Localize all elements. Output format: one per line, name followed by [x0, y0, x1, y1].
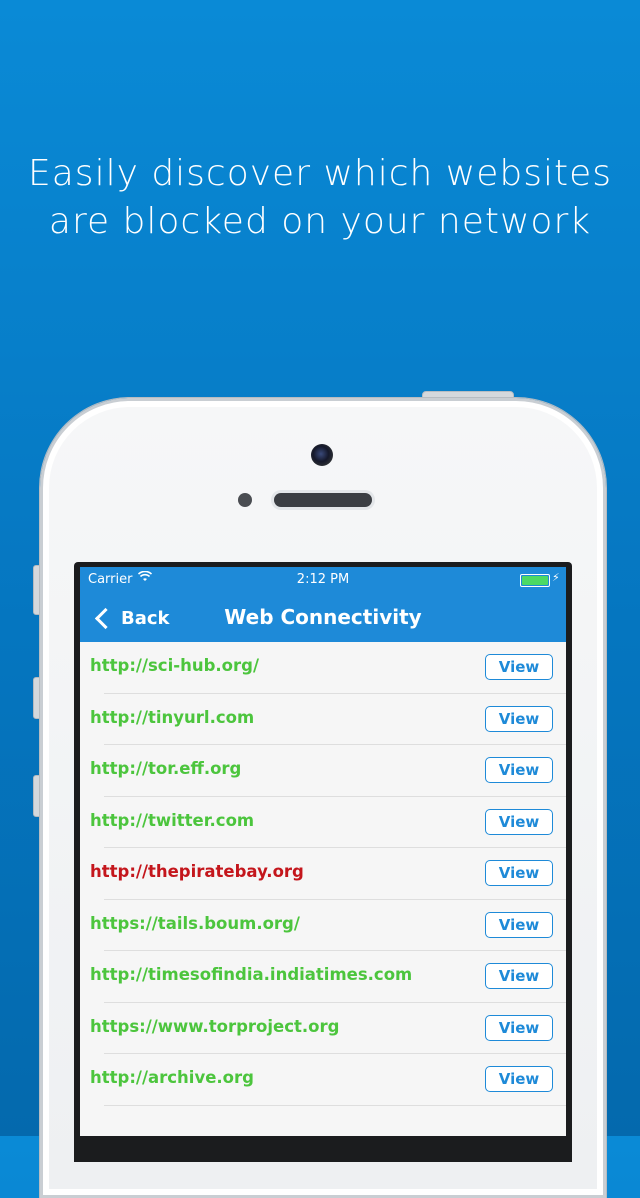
list-item: http://archive.org View [80, 1054, 566, 1106]
battery-icon [520, 574, 550, 587]
view-button[interactable]: View [485, 654, 553, 680]
list-item: http://timesofindia.indiatimes.com View [80, 951, 566, 1003]
view-button[interactable]: View [485, 808, 553, 835]
view-button[interactable]: View [485, 1066, 553, 1092]
battery-level [522, 576, 548, 585]
site-url: http://tinyurl.com [90, 707, 255, 727]
view-button[interactable]: View [485, 705, 553, 732]
site-url: https://tails.boum.org/ [90, 913, 300, 933]
list-item: http://twitter.com View [80, 797, 566, 848]
site-url: http://timesofindia.indiatimes.com [90, 965, 413, 984]
status-time: 2:12 PM [296, 572, 350, 587]
earpiece-speaker [274, 493, 372, 507]
front-camera-icon [311, 444, 333, 466]
site-url: http://tor.eff.org [90, 759, 242, 778]
row-divider [104, 1104, 566, 1106]
view-button[interactable]: View [485, 963, 553, 989]
list-item: http://tinyurl.com View [80, 694, 566, 745]
list-item: https://www.torproject.org View [80, 1003, 566, 1054]
site-url: http://archive.org [90, 1068, 254, 1087]
list-item: https://tails.boum.org/View [80, 900, 566, 951]
list-item: http://thepiratebay.org View [80, 848, 566, 900]
site-url: http://thepiratebay.org [90, 862, 304, 881]
site-list: http://sci-hub.org/View http://tinyurl.co… [80, 642, 566, 1106]
view-button[interactable]: View [485, 911, 553, 938]
page-title: Web Connectivity [224, 605, 422, 629]
list-item: http://tor.eff.org View [80, 745, 566, 797]
site-url: https://www.torproject.org [90, 1016, 340, 1036]
site-url: http://sci-hub.org/ [90, 656, 259, 675]
view-button[interactable]: View [485, 757, 553, 783]
navigation-bar: Carrier 2:12 PM ⚡ Back Web Connectivity [80, 567, 566, 642]
app-screen: Carrier 2:12 PM ⚡ Back Web Connectivity … [80, 567, 566, 1136]
promo-headline: Easily discover which websites are block… [0, 150, 640, 246]
charging-bolt-icon: ⚡ [552, 571, 560, 584]
view-button[interactable]: View [485, 1014, 553, 1041]
site-url: http://twitter.com [90, 810, 255, 830]
list-item: http://sci-hub.org/View [80, 642, 566, 694]
view-button[interactable]: View [485, 860, 553, 886]
headline-line-1: Easily discover which websites [28, 153, 612, 194]
proximity-sensor [238, 493, 252, 507]
headline-line-2: are blocked on your network [48, 201, 592, 242]
status-bar: Carrier 2:12 PM ⚡ [80, 567, 566, 591]
